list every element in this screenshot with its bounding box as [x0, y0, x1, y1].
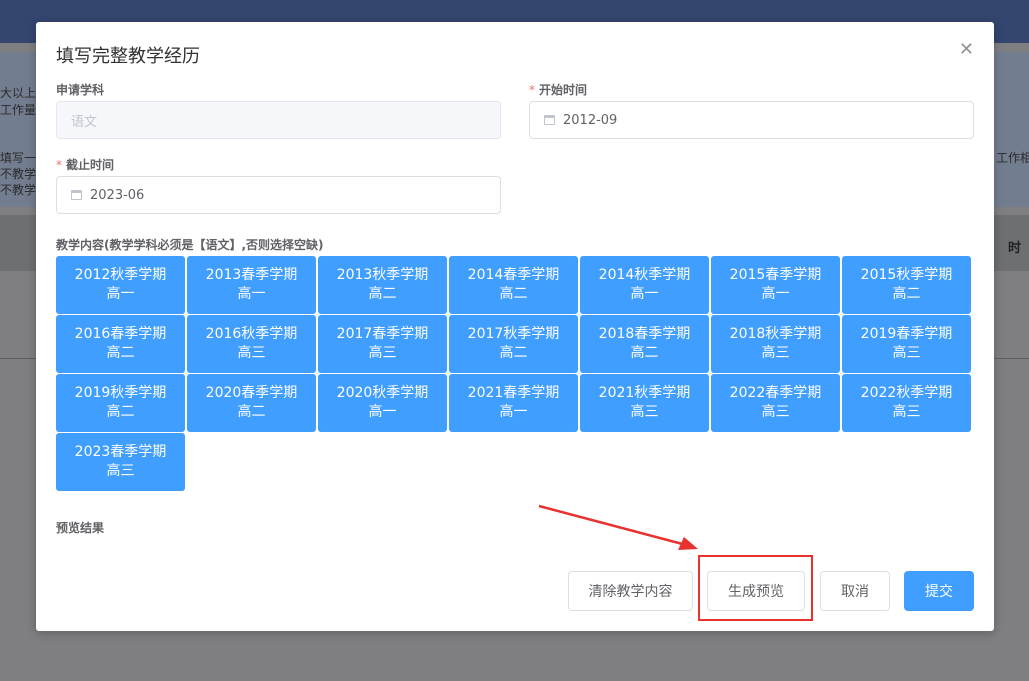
calendar-icon: [544, 115, 555, 125]
background-column-title: 时: [1008, 241, 1022, 256]
semester-tile[interactable]: 2021春季学期 高一: [449, 374, 578, 432]
end-time-value: 2023-06: [90, 187, 145, 203]
semester-term: 2013秋季学期: [336, 267, 429, 283]
semester-tile[interactable]: 2022春季学期 高三: [711, 374, 840, 432]
semester-tile[interactable]: 2019秋季学期 高二: [56, 374, 185, 432]
semester-grade: 高一: [106, 286, 135, 302]
semester-grade: 高三: [892, 345, 921, 361]
subject-label: 申请学科: [56, 83, 105, 97]
start-time-label-text: 开始时间: [539, 83, 588, 97]
teaching-content-label: 教学内容(教学学科必须是【语文】,否则选择空缺): [56, 238, 324, 252]
background-text: 填写一: [0, 151, 37, 165]
semester-term: 2014秋季学期: [598, 267, 691, 283]
semester-term: 2022秋季学期: [860, 385, 953, 401]
semester-term: 2023春季学期: [74, 444, 167, 460]
semester-tile[interactable]: 2022秋季学期 高三: [842, 374, 971, 432]
semester-tile[interactable]: 2012秋季学期 高一: [56, 256, 185, 314]
semester-term: 2018秋季学期: [729, 326, 822, 342]
end-time-label: * 截止时间: [56, 156, 114, 173]
semester-term: 2013春季学期: [205, 267, 298, 283]
semester-tile[interactable]: 2013秋季学期 高二: [318, 256, 447, 314]
semester-tile[interactable]: 2014春季学期 高二: [449, 256, 578, 314]
required-mark: *: [56, 158, 62, 172]
semester-grade: 高三: [761, 345, 790, 361]
required-mark: *: [529, 83, 535, 97]
semester-grade: 高三: [368, 345, 397, 361]
background-text: 工作量: [0, 103, 37, 117]
semester-term: 2016春季学期: [74, 326, 167, 342]
semester-grade: 高一: [499, 404, 528, 420]
semester-tile[interactable]: 2023春季学期 高三: [56, 433, 185, 491]
semester-grade: 高二: [106, 404, 135, 420]
semester-term: 2019秋季学期: [74, 385, 167, 401]
semester-term: 2019春季学期: [860, 326, 953, 342]
preview-result-label: 预览结果: [56, 521, 105, 535]
semester-term: 2017春季学期: [336, 326, 429, 342]
semester-tile[interactable]: 2013春季学期 高一: [187, 256, 316, 314]
start-time-value: 2012-09: [563, 112, 618, 128]
semester-tile[interactable]: 2015春季学期 高一: [711, 256, 840, 314]
semester-tile[interactable]: 2021秋季学期 高三: [580, 374, 709, 432]
semester-tile[interactable]: 2016春季学期 高二: [56, 315, 185, 373]
semester-grade: 高一: [630, 286, 659, 302]
semester-term: 2017秋季学期: [467, 326, 560, 342]
semester-grade: 高三: [761, 404, 790, 420]
clear-content-button[interactable]: 清除教学内容: [568, 571, 693, 611]
semester-term: 2015秋季学期: [860, 267, 953, 283]
background-text: 工作相应: [996, 151, 1029, 165]
semester-tile[interactable]: 2017春季学期 高三: [318, 315, 447, 373]
semester-term: 2018春季学期: [598, 326, 691, 342]
semester-term: 2014春季学期: [467, 267, 560, 283]
end-time-picker[interactable]: 2023-06: [56, 176, 501, 214]
semester-grade: 高三: [237, 345, 266, 361]
semester-grade: 高二: [237, 404, 266, 420]
semester-grade: 高三: [892, 404, 921, 420]
subject-value: 语文: [71, 114, 98, 130]
semester-grade: 高三: [106, 463, 135, 479]
semester-grade: 高二: [499, 286, 528, 302]
semester-grade: 高一: [761, 286, 790, 302]
semester-grade: 高一: [237, 286, 266, 302]
subject-input[interactable]: 语文: [56, 101, 501, 139]
semester-tile[interactable]: 2020春季学期 高二: [187, 374, 316, 432]
cancel-button[interactable]: 取消: [820, 571, 890, 611]
end-time-label-text: 截止时间: [66, 158, 115, 172]
semester-term: 2022春季学期: [729, 385, 822, 401]
start-time-picker[interactable]: 2012-09: [529, 101, 974, 139]
semester-grade: 高二: [630, 345, 659, 361]
semester-tile[interactable]: 2017秋季学期 高二: [449, 315, 578, 373]
semester-grade: 高二: [892, 286, 921, 302]
semester-grade: 高一: [368, 404, 397, 420]
semester-term: 2012秋季学期: [74, 267, 167, 283]
submit-button[interactable]: 提交: [904, 571, 974, 611]
semester-term: 2015春季学期: [729, 267, 822, 283]
start-time-label: * 开始时间: [529, 81, 587, 98]
semester-term: 2021秋季学期: [598, 385, 691, 401]
semester-tile[interactable]: 2020秋季学期 高一: [318, 374, 447, 432]
semester-grade: 高二: [368, 286, 397, 302]
semester-tile[interactable]: 2015秋季学期 高二: [842, 256, 971, 314]
semester-tile[interactable]: 2018秋季学期 高三: [711, 315, 840, 373]
close-icon[interactable]: ✕: [959, 40, 974, 60]
semester-tile[interactable]: 2018春季学期 高二: [580, 315, 709, 373]
calendar-icon: [71, 190, 82, 200]
teaching-experience-dialog: 填写完整教学经历 ✕ 申请学科 语文 * 开始时间 2012-09 * 截止时间 2…: [36, 22, 994, 631]
semester-tile[interactable]: 2014秋季学期 高一: [580, 256, 709, 314]
dialog-title: 填写完整教学经历: [56, 46, 200, 67]
semester-term: 2021春季学期: [467, 385, 560, 401]
semester-grade: 高三: [630, 404, 659, 420]
semester-term: 2016秋季学期: [205, 326, 298, 342]
semester-tile[interactable]: 2019春季学期 高三: [842, 315, 971, 373]
semester-grade: 高二: [499, 345, 528, 361]
semester-term: 2020秋季学期: [336, 385, 429, 401]
semester-term: 2020春季学期: [205, 385, 298, 401]
semester-tile[interactable]: 2016秋季学期 高三: [187, 315, 316, 373]
semester-grade: 高二: [106, 345, 135, 361]
annotation-highlight-box: [698, 555, 813, 621]
